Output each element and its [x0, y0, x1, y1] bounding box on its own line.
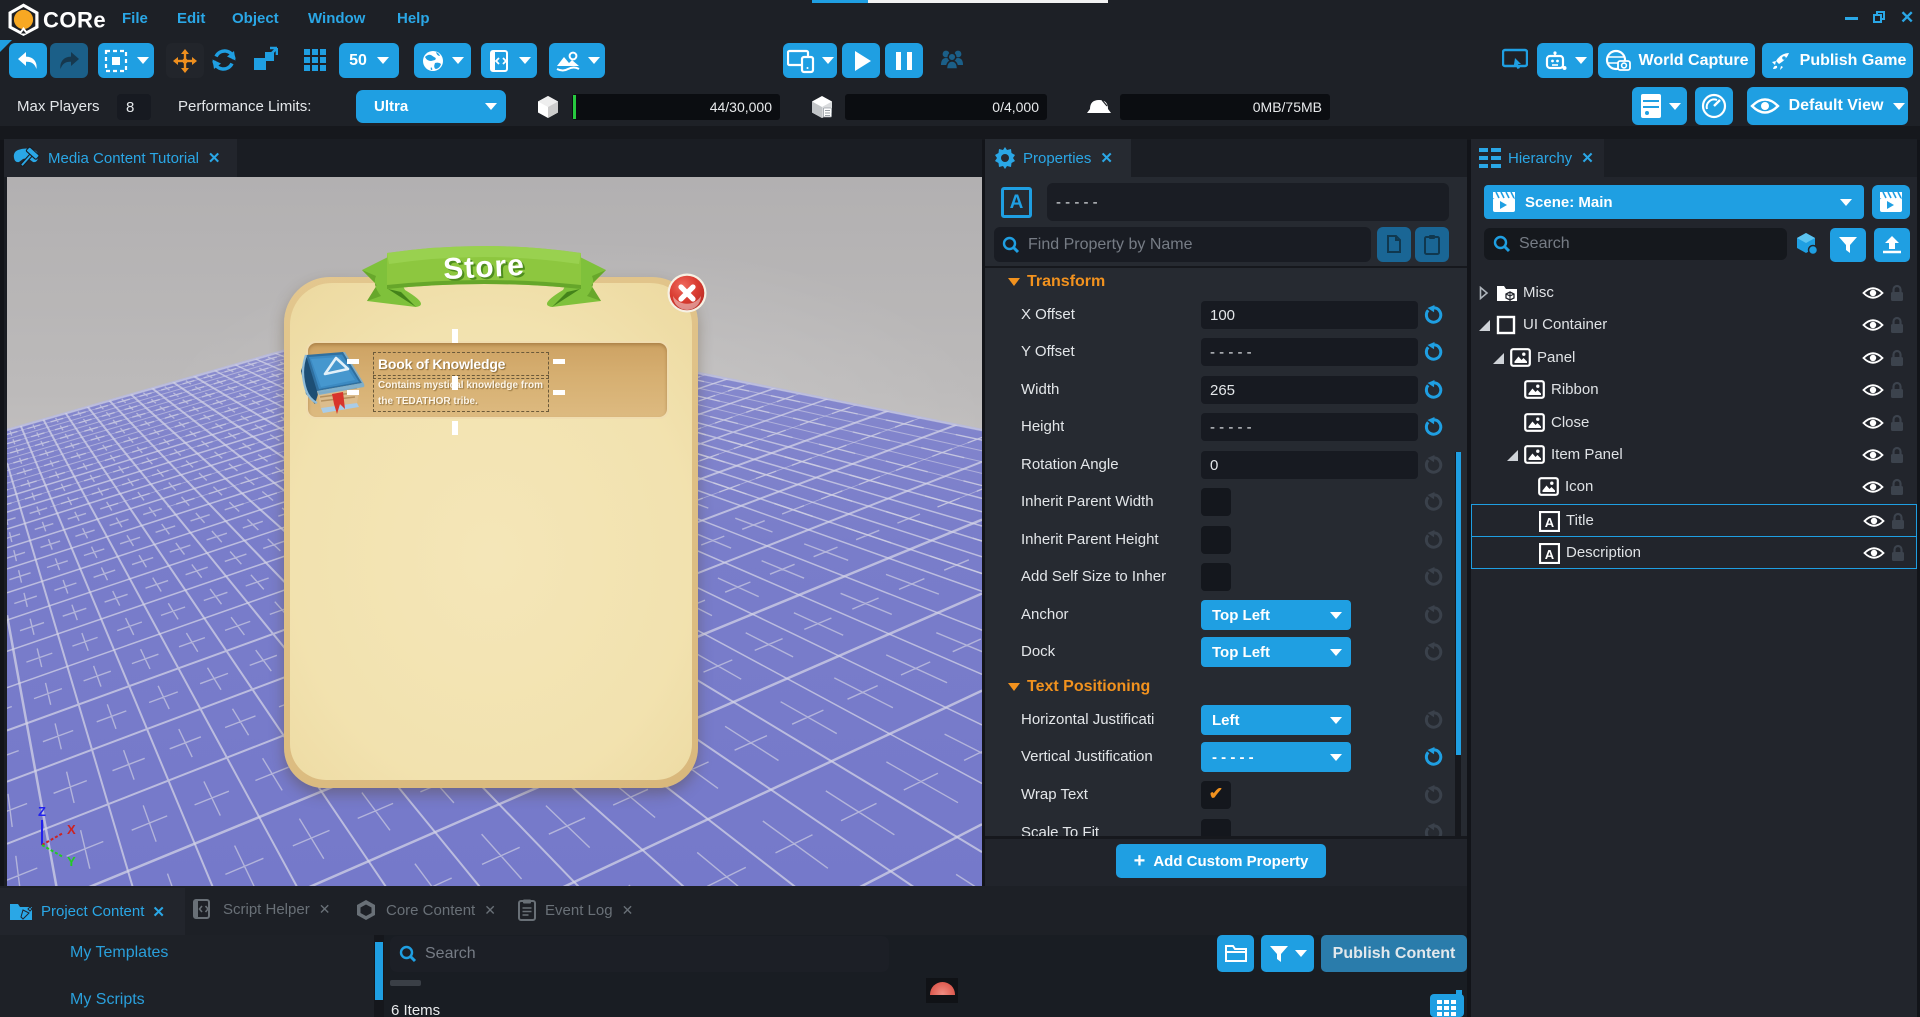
- svg-text:CORe: CORe: [43, 8, 106, 33]
- svg-text:Store: Store: [442, 249, 525, 286]
- svg-text:Y: Y: [67, 854, 76, 869]
- svg-text:A: A: [1545, 515, 1555, 530]
- svg-text:X: X: [67, 822, 76, 837]
- svg-text:Z: Z: [38, 804, 46, 819]
- svg-text:A: A: [1545, 547, 1555, 562]
